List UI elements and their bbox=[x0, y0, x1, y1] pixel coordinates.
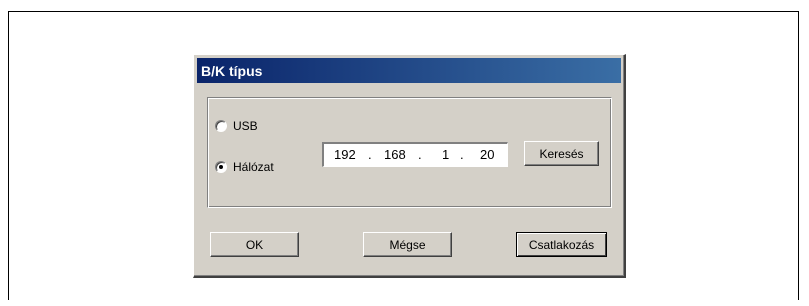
cancel-button[interactable]: Mégse bbox=[363, 232, 452, 257]
ip-address-field[interactable]: 192 . 168 . 1 . 20 bbox=[322, 142, 508, 167]
ip-separator-3: . bbox=[460, 147, 464, 162]
ok-button[interactable]: OK bbox=[210, 232, 299, 257]
ip-octet-2[interactable]: 168 bbox=[384, 147, 406, 162]
connect-button[interactable]: Csatlakozás bbox=[516, 232, 607, 257]
ip-octet-3[interactable]: 1 bbox=[442, 147, 449, 162]
ip-separator-2: . bbox=[418, 147, 422, 162]
network-option[interactable]: Hálózat bbox=[215, 160, 274, 174]
network-label: Hálózat bbox=[233, 160, 274, 174]
usb-option[interactable]: USB bbox=[215, 119, 258, 133]
dialog-titlebar: B/K típus bbox=[197, 58, 621, 83]
dialog-title: B/K típus bbox=[201, 62, 263, 79]
ip-octet-4[interactable]: 20 bbox=[480, 147, 494, 162]
usb-label: USB bbox=[233, 119, 258, 133]
bw-type-dialog: B/K típus USB Hálózat 192 . 168 . 1 . 20… bbox=[193, 54, 626, 278]
search-button[interactable]: Keresés bbox=[524, 141, 599, 166]
network-radio[interactable] bbox=[215, 161, 227, 173]
ip-octet-1[interactable]: 192 bbox=[334, 147, 356, 162]
connection-type-group: USB Hálózat 192 . 168 . 1 . 20 Keresés bbox=[207, 97, 612, 208]
usb-radio[interactable] bbox=[215, 120, 227, 132]
ip-separator-1: . bbox=[368, 147, 372, 162]
